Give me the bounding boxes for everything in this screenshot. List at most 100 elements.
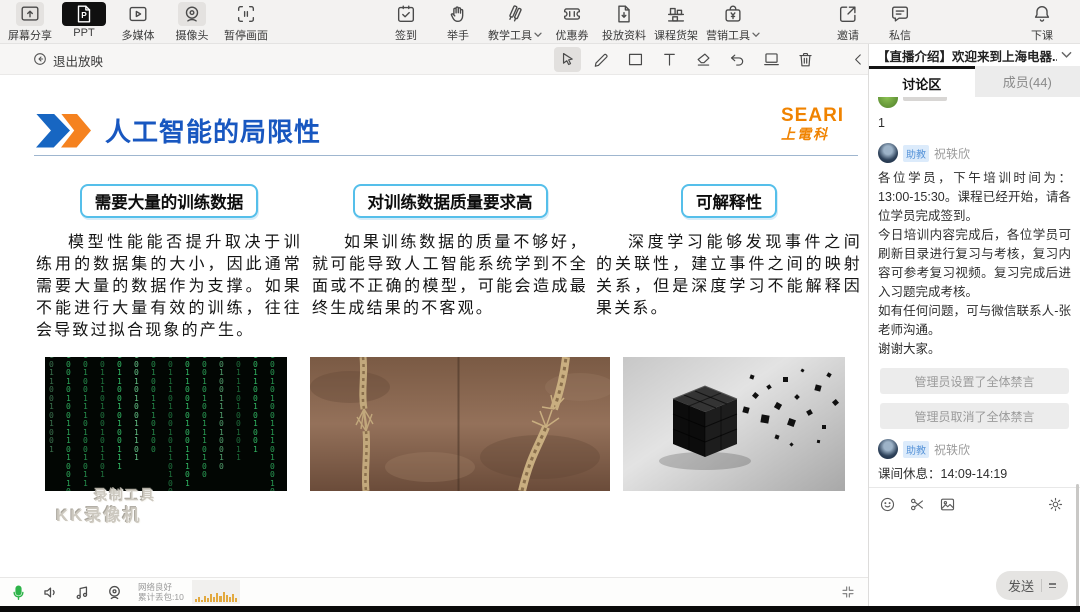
toolbar-item-invite[interactable]: 邀请 bbox=[826, 2, 870, 43]
course-shelf-icon bbox=[662, 2, 690, 26]
network-quality: 网络良好 bbox=[138, 581, 173, 592]
send-button[interactable]: 发送 bbox=[995, 571, 1068, 600]
logo-text: SEARI bbox=[781, 105, 845, 126]
tool-board-button[interactable] bbox=[758, 47, 785, 72]
network-status: 网络良好 累计丢包:10 bbox=[138, 582, 184, 603]
tool-text-button[interactable] bbox=[656, 47, 683, 72]
ppt-file-icon: P bbox=[62, 2, 106, 26]
coupon-icon bbox=[558, 2, 586, 26]
matrix-code-image: 1 0 1 1 0 0 1 0 1 0 0 1 1 0 0 1 0 1 0 0 1… bbox=[45, 357, 287, 491]
double-chevron-icon bbox=[36, 113, 91, 148]
section-heading: 可解释性 bbox=[681, 184, 777, 218]
tool-cursor-button[interactable] bbox=[554, 47, 581, 72]
tab-members[interactable]: 成员(44) bbox=[974, 66, 1080, 97]
toolbar-item-coupon[interactable]: 优惠券 bbox=[550, 2, 594, 43]
toolbar-item-marketing-tools[interactable]: 营销工具 bbox=[706, 2, 760, 43]
music-icon[interactable] bbox=[70, 580, 94, 604]
role-badge: 助教 bbox=[903, 440, 929, 458]
toolbar-item-pause-frame[interactable]: 暂停画面 bbox=[224, 2, 268, 43]
slide-section-1: 需要大量的训练数据 模型性能能否提升取决于训练用的数据集的大小，因此通常需要大量… bbox=[36, 184, 302, 342]
toolbar-item-screen-share[interactable]: 屏幕分享 bbox=[8, 2, 52, 43]
tool-undo-button[interactable] bbox=[724, 47, 751, 72]
section-body: 深度学习能够发现事件之间的关联性，建立事件之间的映射关系，但是深度学习不能解释因… bbox=[596, 234, 862, 317]
toolbar-group-source: 屏幕分享 P PPT 多媒体 摄像头 暂停画面 bbox=[8, 2, 268, 43]
live-title-bar[interactable]: 【直播介绍】欢迎来到上海电器... bbox=[869, 44, 1080, 66]
matrix-column: 0 0 1 1 1 0 1 0 0 1 0 1 1 0 1 0 0 bbox=[168, 357, 173, 491]
microphone-icon[interactable] bbox=[6, 580, 30, 604]
matrix-column: 1 0 1 1 0 0 1 0 1 0 0 1 bbox=[253, 357, 258, 454]
collapse-icon[interactable] bbox=[840, 584, 856, 605]
marketing-tools-icon bbox=[719, 2, 747, 26]
toolbar-item-materials[interactable]: 投放资料 bbox=[602, 2, 646, 43]
system-message: 管理员设置了全体禁言 bbox=[880, 368, 1069, 394]
toolbar-item-label: 下课 bbox=[1031, 30, 1053, 42]
tool-pen-button[interactable] bbox=[588, 47, 615, 72]
avatar[interactable] bbox=[878, 97, 898, 108]
chevron-down-icon[interactable] bbox=[1061, 46, 1072, 64]
exit-slideshow-button[interactable]: 退出放映 bbox=[32, 51, 103, 70]
exit-slideshow-icon bbox=[32, 51, 48, 70]
matrix-column: 1 0 1 1 0 0 1 0 1 0 0 1 1 1 bbox=[117, 357, 122, 471]
toolbar-item-label: 课程货架 bbox=[654, 30, 698, 42]
raise-hand-icon bbox=[444, 2, 472, 26]
playback-subbar: 退出放映 bbox=[0, 44, 896, 75]
toolbar-item-teaching-tools[interactable]: 教学工具 bbox=[488, 2, 542, 43]
live-title: 【直播介绍】欢迎来到上海电器... bbox=[877, 49, 1057, 64]
top-toolbar: 屏幕分享 P PPT 多媒体 摄像头 暂停画面 签到 举手 教学工具 优惠券 投放资料 课程货架 营销… bbox=[0, 0, 1080, 44]
toolbar-item-label: 多媒体 bbox=[121, 30, 155, 42]
avatar[interactable] bbox=[878, 143, 898, 163]
chat-input-area[interactable]: 发送 bbox=[869, 487, 1080, 612]
image-icon[interactable] bbox=[939, 496, 956, 513]
emoji-icon[interactable] bbox=[879, 496, 896, 513]
toolbar-item-private-message[interactable]: 私信 bbox=[878, 2, 922, 43]
slide-area: 人工智能的局限性 SEARI 上電科 需要大量的训练数据 模型性能能否提升取决于… bbox=[0, 76, 868, 577]
username bbox=[903, 97, 947, 101]
tool-rectangle-button[interactable] bbox=[622, 47, 649, 72]
chat-message: 助教 祝轶欣 各位学员，下午培训时间为：13:00-15:30。课程已经开始，请各位… bbox=[878, 143, 1071, 359]
toolbar-item-multimedia[interactable]: 多媒体 bbox=[116, 2, 160, 43]
exit-slideshow-label: 退出放映 bbox=[53, 55, 104, 69]
tab-discussion[interactable]: 讨论区 bbox=[869, 66, 975, 97]
tool-trash-button[interactable] bbox=[792, 47, 819, 72]
chat-message: 助教 祝轶欣 课间休息：14:09-14:19 bbox=[878, 439, 1071, 484]
pause-frame-icon bbox=[232, 2, 260, 26]
toolbar-item-label: 签到 bbox=[395, 30, 417, 42]
toolbar-item-course-shelf[interactable]: 课程货架 bbox=[654, 2, 698, 43]
slide-section-2: 对训练数据质量要求高 如果训练数据的质量不够好，就可能导致人工智能系统学到不全面… bbox=[312, 184, 588, 320]
toolbar-item-label: 投放资料 bbox=[602, 30, 646, 42]
cube-fragment bbox=[783, 377, 788, 382]
toolbar-item-class-end[interactable]: 下课 bbox=[1020, 2, 1064, 43]
slide-section-3: 可解释性 深度学习能够发现事件之间的关联性，建立事件之间的映射关系，但是深度学习… bbox=[596, 184, 862, 320]
gear-icon[interactable] bbox=[1047, 496, 1064, 513]
avatar[interactable] bbox=[878, 439, 898, 459]
role-badge: 助教 bbox=[903, 144, 929, 162]
chevron-down-icon bbox=[752, 29, 760, 41]
annotation-toolbar bbox=[554, 47, 906, 72]
matrix-column: 1 0 0 1 0 1 0 0 1 1 1 0 1 0 0 1 0 bbox=[66, 357, 71, 491]
webcam-icon bbox=[178, 2, 206, 26]
chevron-down-icon bbox=[534, 29, 542, 41]
scissors-icon[interactable] bbox=[909, 496, 926, 513]
seari-logo: SEARI 上電科 bbox=[781, 106, 844, 141]
toolbar-item-raise-hand[interactable]: 举手 bbox=[436, 2, 480, 43]
chat-message-text: 课间休息：14:09-14:19 bbox=[878, 467, 1008, 481]
speaker-icon[interactable] bbox=[38, 580, 62, 604]
matrix-column: 0 0 1 1 1 0 1 0 0 1 0 1 1 bbox=[236, 357, 241, 462]
matrix-column: 1 0 1 1 0 0 1 0 1 0 0 1 bbox=[49, 357, 54, 454]
send-options-icon[interactable] bbox=[1049, 583, 1056, 588]
toolbar-item-webcam[interactable]: 摄像头 bbox=[170, 2, 214, 43]
svg-text:P: P bbox=[81, 11, 87, 20]
chat-message-list[interactable]: 1 助教 祝轶欣 各位学员，下午培训时间为：13:00-15:30。课程已经开始，请各… bbox=[869, 97, 1080, 487]
tool-eraser-button[interactable] bbox=[690, 47, 717, 72]
toolbar-item-label: 邀请 bbox=[837, 30, 859, 42]
recorder-watermark: 录制工具 KK录像机 bbox=[56, 488, 156, 526]
matrix-column: 1 0 0 1 0 1 0 0 1 1 1 0 1 bbox=[134, 357, 139, 462]
section-body: 如果训练数据的质量不够好，就可能导致人工智能系统学到不全面或不正确的模型，可能会… bbox=[312, 234, 588, 317]
screen-share-icon bbox=[16, 2, 44, 26]
toolbar-item-sign-in[interactable]: 签到 bbox=[384, 2, 428, 43]
record-camera-icon[interactable] bbox=[102, 580, 126, 604]
audio-level-meter bbox=[191, 580, 240, 604]
chat-scrollbar[interactable] bbox=[1076, 484, 1079, 612]
chat-input-icons bbox=[879, 496, 956, 513]
toolbar-item-ppt-file[interactable]: P PPT bbox=[62, 2, 106, 39]
